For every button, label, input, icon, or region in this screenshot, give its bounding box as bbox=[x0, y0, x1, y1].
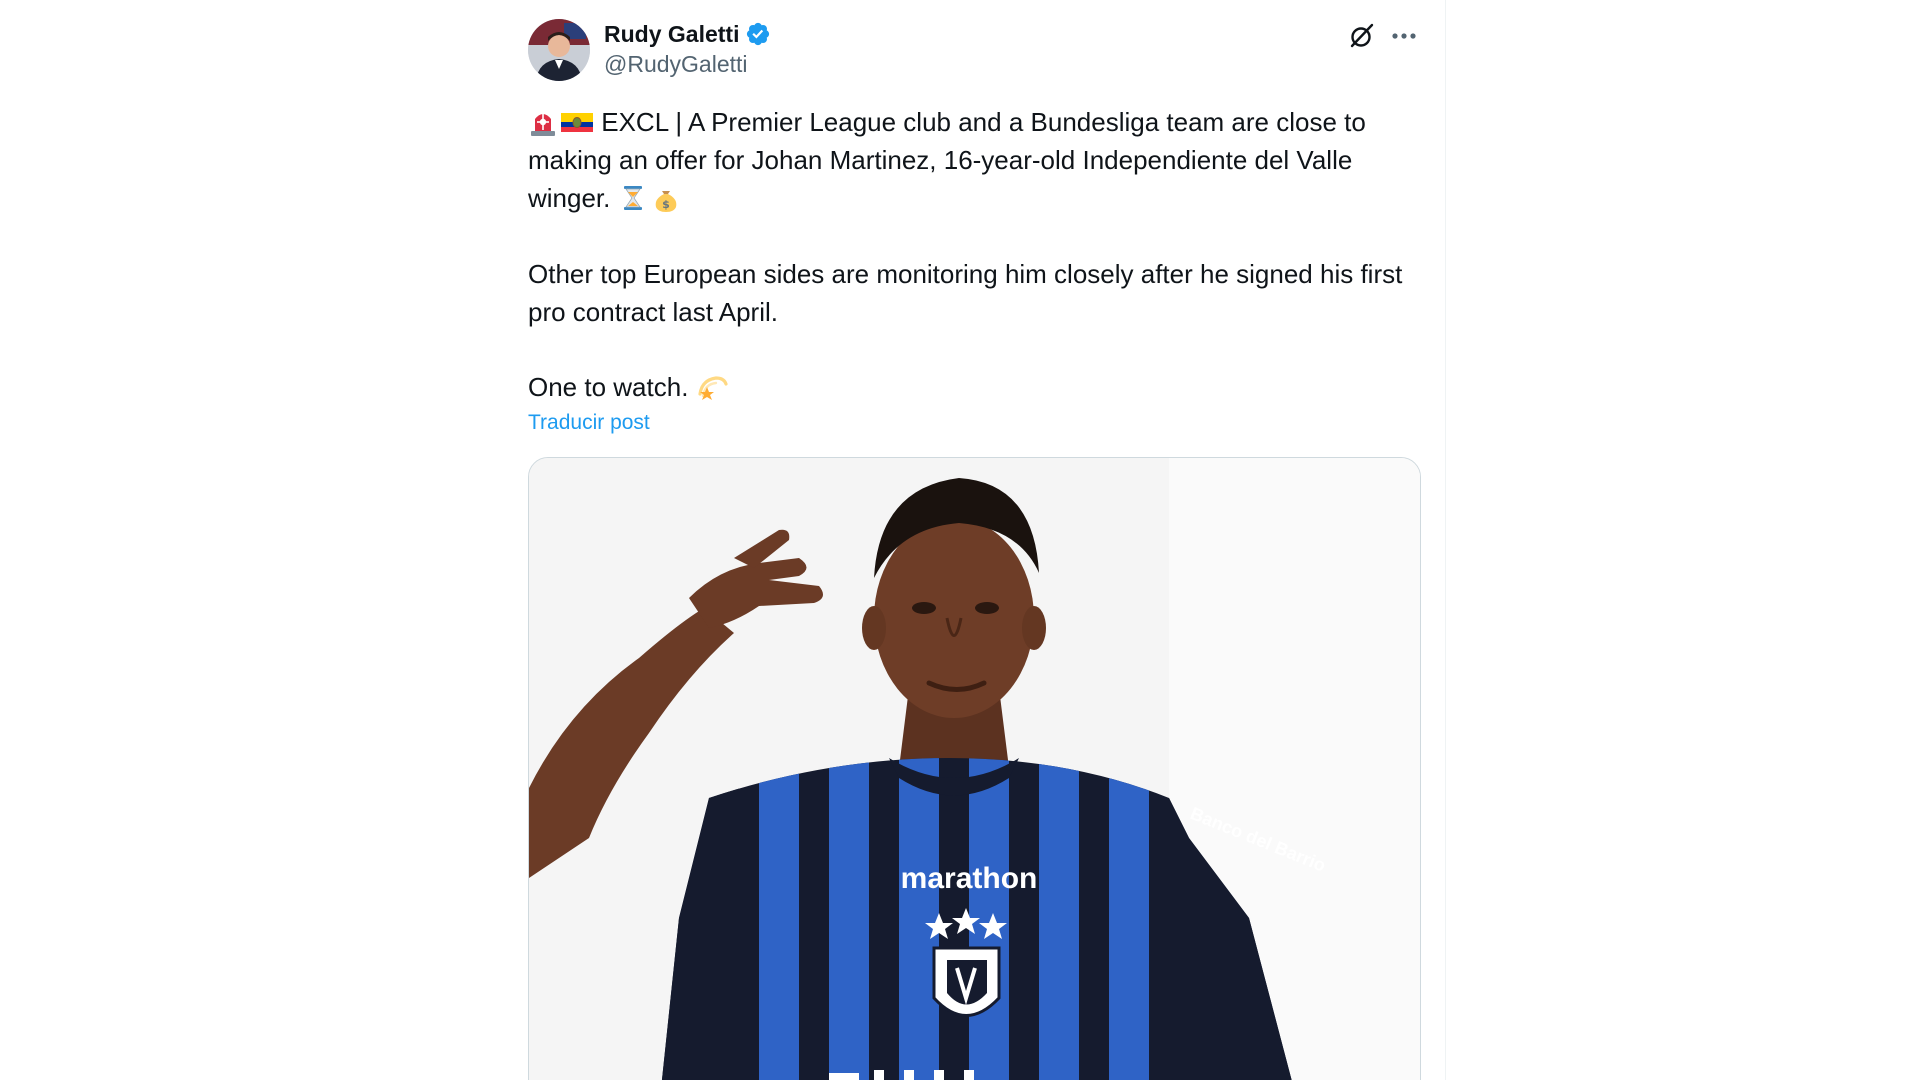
verified-badge-icon bbox=[745, 21, 771, 47]
rotating-light-emoji bbox=[528, 107, 558, 137]
jersey-sponsor-text: marathon bbox=[901, 862, 1038, 895]
tweet-paragraph-2: Other top European sides are monitoring … bbox=[528, 255, 1428, 331]
player-photo: marathon Banco del Barrio bbox=[529, 458, 1420, 1080]
translate-post-link[interactable]: Traducir post bbox=[528, 411, 650, 435]
author-handle[interactable]: @RudyGaletti bbox=[604, 51, 748, 78]
tweet-text-line-2: Other top European sides are monitoring … bbox=[528, 259, 1403, 327]
money-bag-emoji: $ bbox=[651, 183, 681, 213]
author-avatar[interactable] bbox=[528, 19, 590, 81]
svg-text:$: $ bbox=[662, 198, 670, 211]
more-options-icon[interactable] bbox=[1386, 18, 1422, 54]
ecuador-flag-emoji bbox=[561, 107, 593, 137]
author-name-row[interactable]: Rudy Galetti bbox=[604, 19, 771, 49]
column-divider bbox=[1445, 0, 1446, 1080]
tweet-text-line-3: One to watch. bbox=[528, 372, 689, 402]
post-page: Rudy Galetti @RudyGaletti EXCL | A Premi… bbox=[0, 0, 1920, 1080]
tweet-paragraph-1: EXCL | A Premier League club and a Bunde… bbox=[528, 103, 1428, 217]
dizzy-star-emoji bbox=[696, 372, 728, 402]
tweet-paragraph-3: One to watch. bbox=[528, 368, 1428, 406]
grok-icon[interactable] bbox=[1344, 18, 1380, 54]
tweet-media-image[interactable]: marathon Banco del Barrio bbox=[528, 457, 1421, 1080]
author-name[interactable]: Rudy Galetti bbox=[604, 21, 739, 48]
avatar-image bbox=[528, 19, 590, 81]
hourglass-emoji bbox=[618, 183, 648, 213]
